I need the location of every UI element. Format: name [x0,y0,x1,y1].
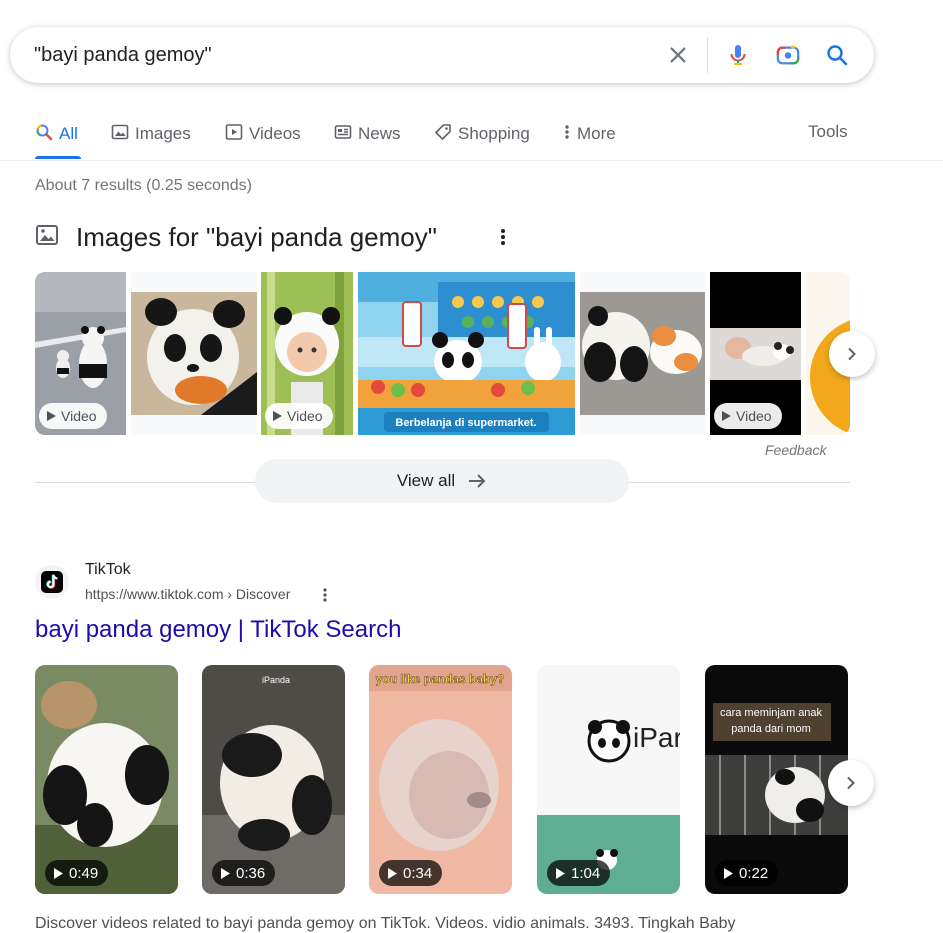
play-icon [47,411,56,421]
duration-badge: 0:36 [212,860,276,886]
result-stats: About 7 results (0.25 seconds) [35,177,253,194]
image-thumbnail[interactable] [131,272,257,435]
image-carousel: Video Video Berbelanja di supermarket. V… [35,272,850,435]
image-thumbnail[interactable]: Berbelanja di supermarket. [358,272,575,435]
duration-label: 0:34 [403,864,433,882]
search-icon[interactable] [825,43,849,67]
video-badge-label: Video [736,408,772,424]
search-tabs: All Images Videos News Shopping More Too… [0,110,943,161]
tag-icon [434,123,452,146]
video-overlay-text: iPanda [262,675,290,685]
duration-badge: 0:22 [715,860,779,886]
image-thumbnail[interactable]: Video [261,272,353,435]
camera-lens-icon[interactable] [776,43,800,67]
images-section-header: Images for "bayi panda gemoy" [35,222,437,253]
video-card[interactable]: you like pandas baby? 0:34 [369,665,512,894]
videos-next-button[interactable] [828,760,874,806]
duration-label: 0:22 [739,864,769,882]
image-thumbnail[interactable] [580,272,705,435]
tools-button[interactable]: Tools [808,122,848,142]
video-badge-label: Video [287,408,323,424]
video-card[interactable]: cara meminjam anak panda dari mom 0:22 [705,665,848,894]
video-badge: Video [265,403,333,429]
video-badge: Video [714,403,782,429]
result-snippet: Discover videos related to bayi panda ge… [35,915,736,932]
video-card[interactable]: 0:49 [35,665,178,894]
play-icon [273,411,282,421]
image-icon [35,223,59,252]
tab-label: Images [135,124,191,143]
news-icon [334,123,352,146]
result-url[interactable]: https://www.tiktok.com › Discover [85,586,290,602]
images-section-title: Images for "bayi panda gemoy" [76,222,437,252]
video-icon [225,123,243,146]
tab-images[interactable]: Images [111,122,191,146]
duration-label: 1:04 [571,864,601,882]
duration-badge: 0:49 [45,860,109,886]
video-overlay-text: cara meminjam anak panda dari mom [719,707,823,735]
search-divider [707,37,708,73]
play-icon [221,867,230,879]
chevron-right-icon [847,776,855,790]
duration-badge: 1:04 [547,860,611,886]
more-options-icon[interactable] [499,227,507,252]
tab-more[interactable]: More [563,122,616,146]
tab-shopping[interactable]: Shopping [434,122,530,146]
images-next-button[interactable] [829,331,875,377]
result-site-name: TikTok [85,561,131,578]
tab-label: Videos [249,124,301,143]
tab-label: Shopping [458,124,530,143]
clear-icon[interactable] [666,43,690,67]
tab-label: More [577,124,616,143]
duration-label: 0:36 [236,864,266,882]
feedback-link[interactable]: Feedback [765,442,826,458]
tab-news[interactable]: News [334,122,401,146]
play-icon [722,411,731,421]
video-overlay-text: iPar [633,722,680,753]
active-tab-indicator [35,156,81,159]
arrow-right-icon [469,474,486,488]
video-badge-label: Video [61,408,97,424]
play-icon [556,867,565,879]
tiktok-logo-icon[interactable] [35,565,69,599]
view-all-label: View all [396,471,456,490]
image-thumbnail[interactable]: Video [710,272,801,435]
result-title-link[interactable]: bayi panda gemoy | TikTok Search [35,616,401,644]
image-thumbnail[interactable]: Video [35,272,126,435]
search-input[interactable] [34,41,634,69]
play-icon [388,867,397,879]
video-overlay-text: you like pandas baby? [376,672,505,686]
video-card[interactable]: iPar 1:04 [537,665,680,894]
play-icon [54,867,63,879]
tab-all[interactable]: All [35,122,78,146]
video-card[interactable]: iPanda 0:36 [202,665,345,894]
search-box [10,27,874,83]
more-options-icon[interactable] [322,587,328,608]
image-icon [111,123,129,146]
microphone-icon[interactable] [726,43,750,67]
play-icon [724,867,733,879]
duration-label: 0:49 [69,864,99,882]
chevron-right-icon [848,347,856,361]
tab-videos[interactable]: Videos [225,122,301,146]
tab-label: News [358,124,401,143]
search-icon [35,123,53,146]
duration-badge: 0:34 [379,860,443,886]
image-caption: Berbelanja di supermarket. [395,417,536,429]
tab-label: All [59,124,78,143]
video-badge: Video [39,403,107,429]
view-all-button[interactable]: View all [255,459,629,503]
more-vert-icon [563,123,571,146]
